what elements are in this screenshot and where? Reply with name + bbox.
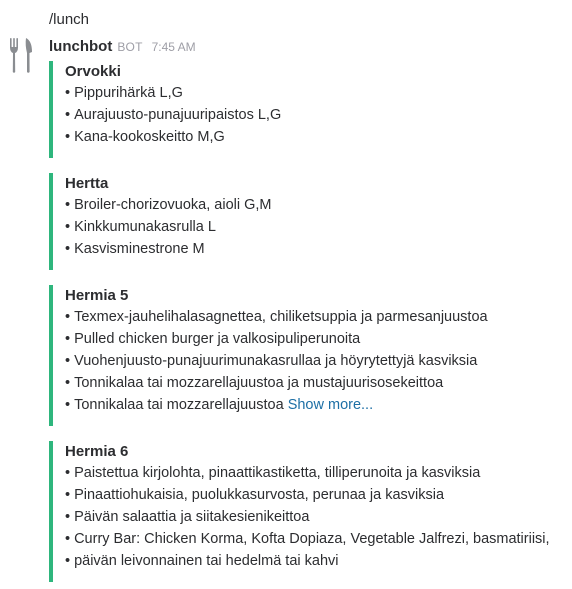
show-more-link[interactable]: Show more...	[288, 397, 373, 413]
list-item: • Tonnikalaa tai mozzarellajuustoa Show m…	[65, 397, 374, 413]
attachment-hertta: Hertta • Broiler-chorizovuoka, aioli G,M …	[49, 173, 569, 270]
attachment-title: Hermia 6	[65, 443, 129, 460]
list-item: • Tonnikalaa tai mozzarellajuustoa ja mus…	[65, 375, 444, 391]
list-item: • Kana-kookoskeitto M,G	[65, 129, 225, 145]
message-timestamp[interactable]: 7:45 AM	[152, 40, 196, 54]
list-item: • päivän leivonnainen tai hedelmä tai kah…	[65, 553, 339, 569]
attachment-title: Hermia 5	[65, 287, 129, 304]
list-item: • Curry Bar: Chicken Korma, Kofta Dopiaza…	[65, 531, 550, 547]
list-item: • Broiler-chorizovuoka, aioli G,M	[65, 197, 272, 213]
attachment-hermia-5: Hermia 5 • Texmex-jauhelihalasagnettea, c…	[49, 285, 569, 426]
attachment-title: Hertta	[65, 175, 109, 192]
list-item: • Pippurihärkä L,G	[65, 85, 183, 101]
bot-name[interactable]: lunchbot	[49, 38, 112, 55]
list-item: • Texmex-jauhelihalasagnettea, chiliketsu…	[65, 309, 488, 325]
message-header: lunchbot BOT 7:45 AM	[49, 38, 196, 56]
list-item: • Pinaattiohukaisia, puolukkasurvosta, pe…	[65, 487, 445, 503]
list-item: • Vuohenjuusto-punajuurimunakasrullaa ja …	[65, 353, 478, 369]
list-item: • Kinkkumunakasrulla L	[65, 219, 216, 235]
attachment-hermia-6: Hermia 6 • Paistettua kirjolohta, pinaatt…	[49, 441, 569, 582]
command-text: /lunch	[49, 11, 90, 28]
list-item: • Pulled chicken burger ja valkosipuliper…	[65, 331, 361, 347]
bot-badge: BOT	[117, 40, 143, 54]
attachment-title: Orvokki	[65, 63, 121, 80]
list-item: • Paistettua kirjolohta, pinaattikastiket…	[65, 465, 481, 481]
fork-and-knife-icon[interactable]	[8, 35, 36, 75]
list-item: • Kasvisminestrone M	[65, 241, 205, 257]
list-item: • Aurajuusto-punajuuripaistos L,G	[65, 107, 282, 123]
attachment-orvokki: Orvokki • Pippurihärkä L,G • Aurajuusto-pu…	[49, 61, 569, 158]
list-item: • Päivän salaattia ja siitakesienikeittoa	[65, 509, 310, 525]
